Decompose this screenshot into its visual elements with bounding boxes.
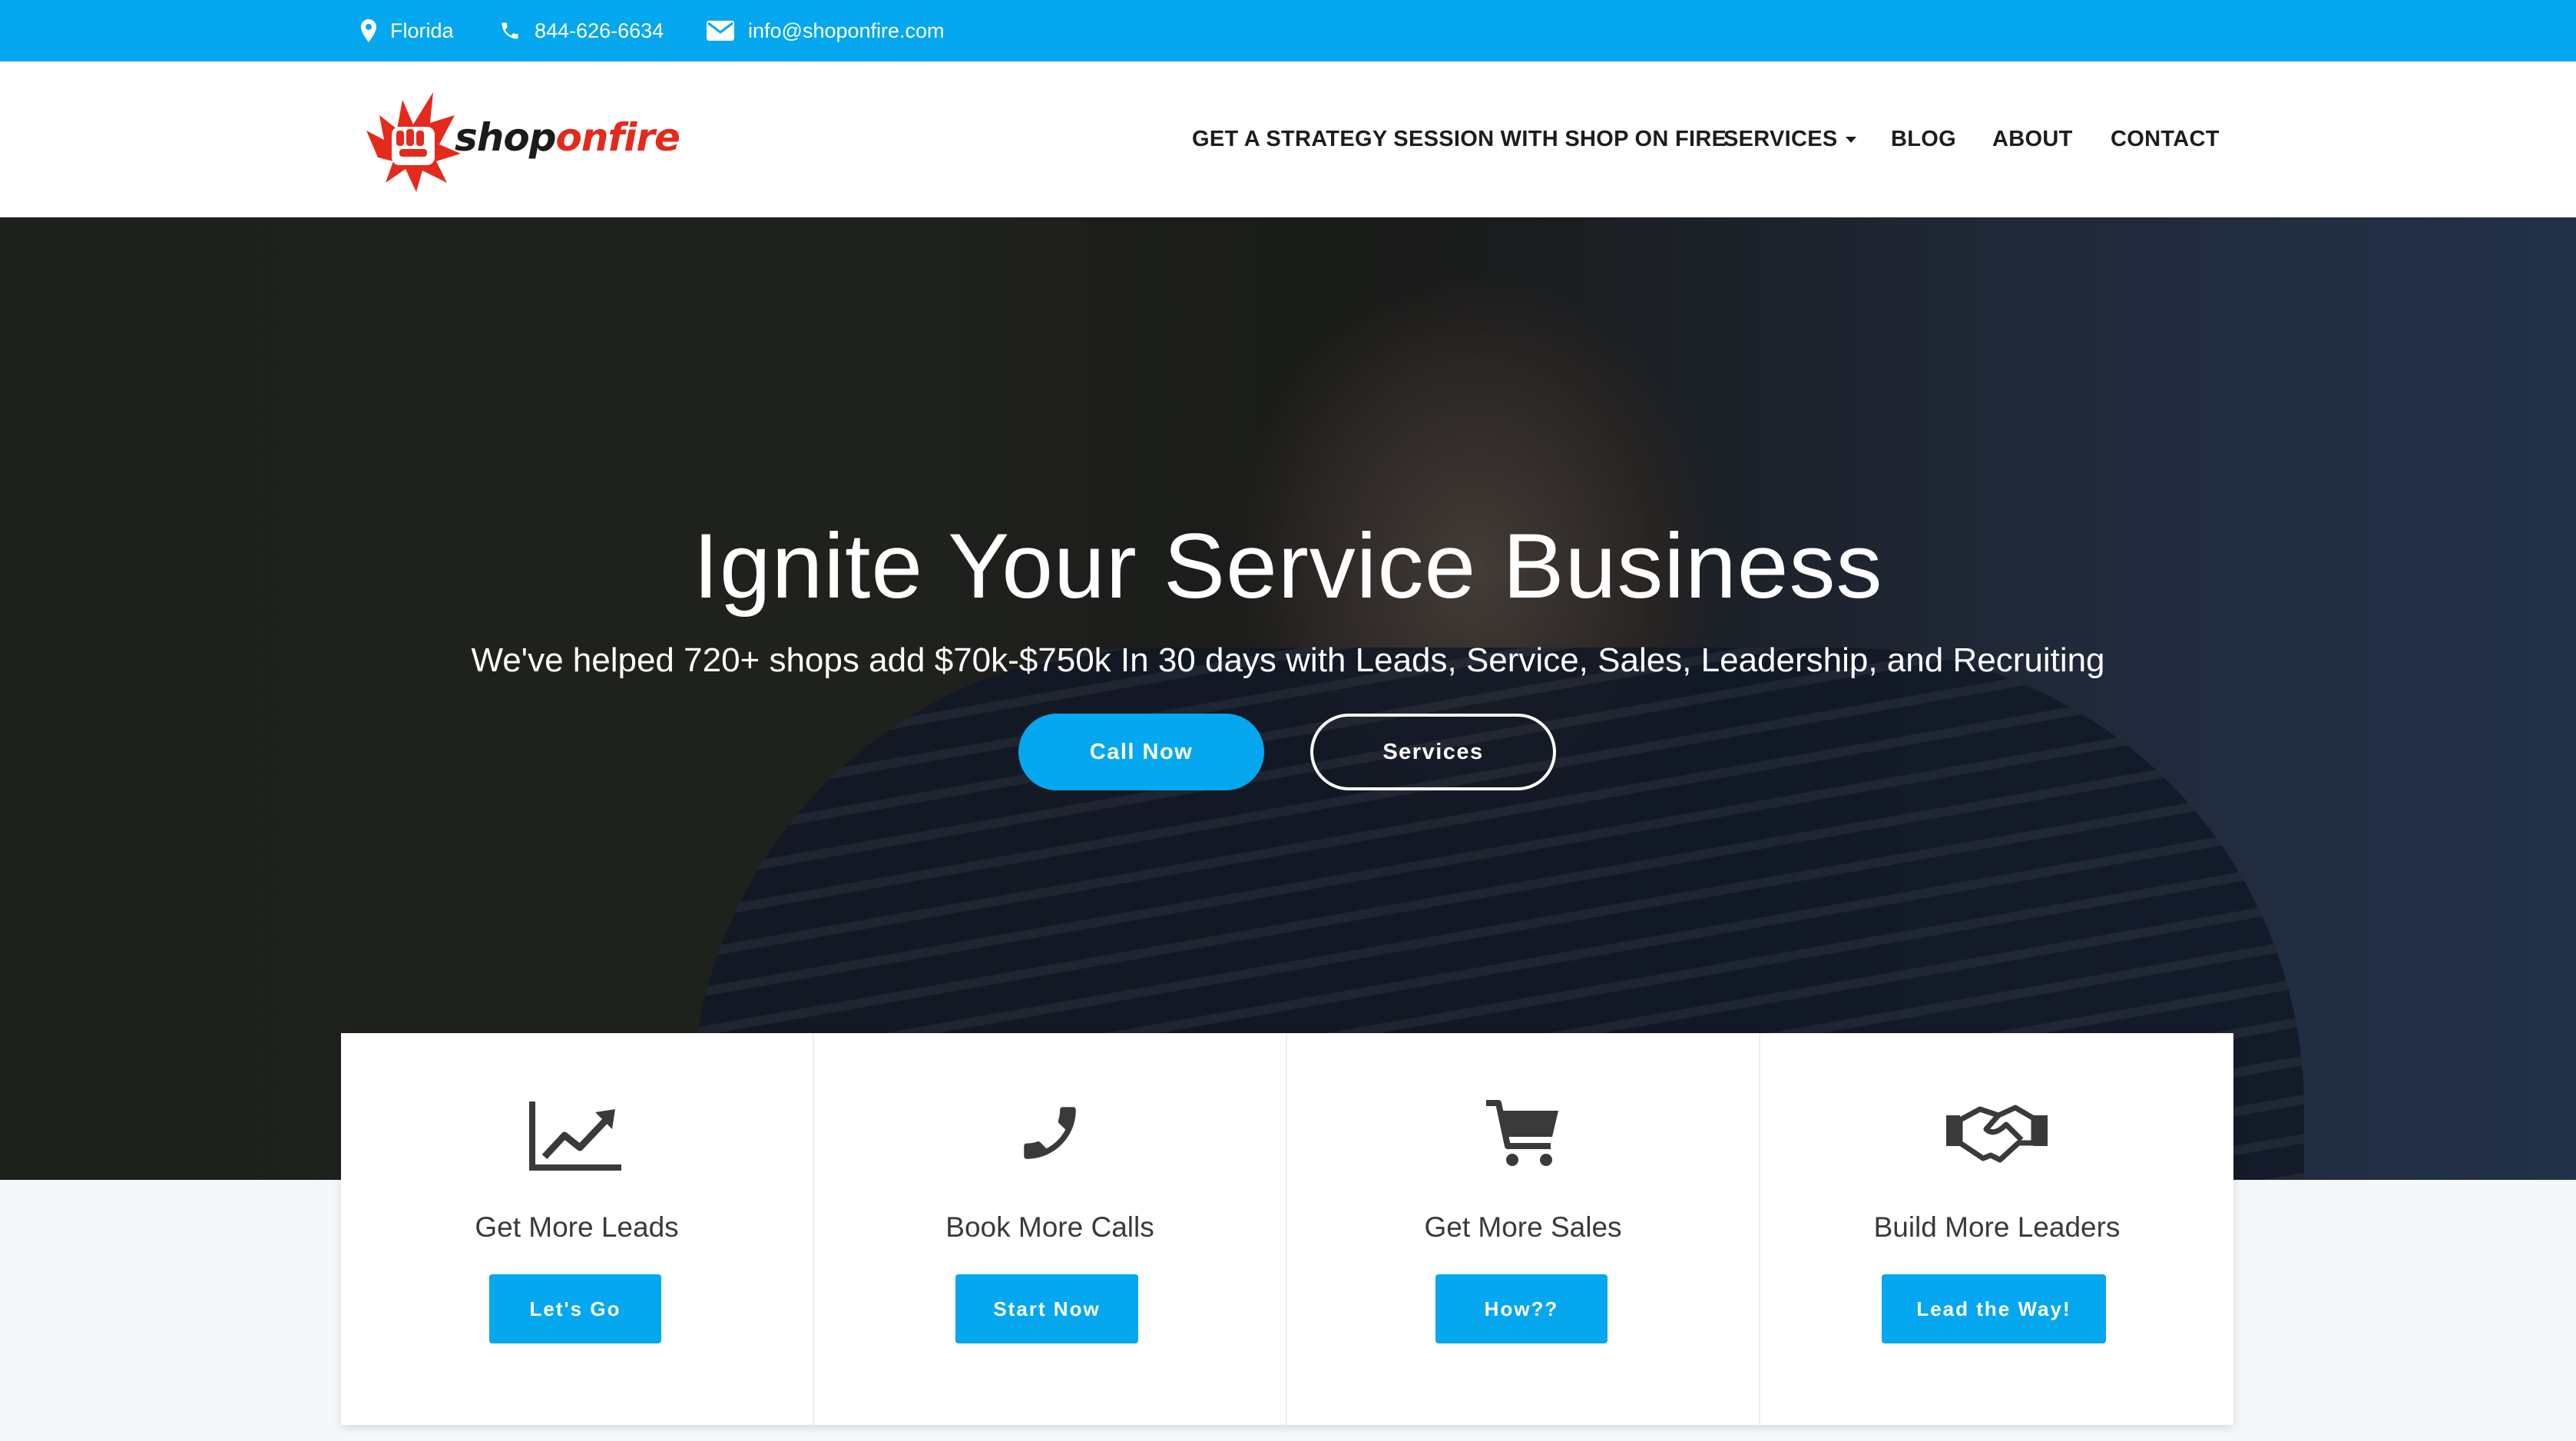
phone-icon (502, 22, 518, 39)
how-button[interactable]: How?? (1435, 1274, 1608, 1343)
lead-the-way-button[interactable]: Lead the Way! (1882, 1274, 2106, 1343)
email-info[interactable]: info@shoponfire.com (707, 0, 945, 61)
email-text[interactable]: info@shoponfire.com (748, 19, 945, 43)
location-info: Florida (361, 0, 454, 61)
nav-services[interactable]: SERVICES (1723, 61, 1856, 217)
logo-text-onfire: onfire (555, 115, 680, 160)
line-chart-icon (341, 1098, 813, 1183)
location-text: Florida (390, 18, 454, 42)
start-now-button[interactable]: Start Now (955, 1274, 1138, 1343)
card-get-more-leads: Get More Leads Let's Go (341, 1033, 814, 1425)
card-build-more-leaders: Build More Leaders Lead the Way! (1760, 1033, 2233, 1425)
card-title: Get More Sales (1424, 1211, 1622, 1243)
nav-contact[interactable]: CONTACT (2111, 61, 2220, 217)
services-button[interactable]: Services (1310, 714, 1556, 790)
call-now-button[interactable]: Call Now (1018, 714, 1264, 790)
site-header: shoponfire GET A STRATEGY SESSION WITH S… (0, 61, 2576, 217)
hero-title: Ignite Your Service Business (693, 515, 1883, 618)
phone-text[interactable]: 844-626-6634 (535, 19, 664, 43)
lets-go-button[interactable]: Let's Go (489, 1274, 661, 1343)
feature-cards: Get More Leads Let's Go Book More Calls … (341, 1033, 2233, 1425)
cart-icon (1287, 1098, 1759, 1183)
nav-blog[interactable]: BLOG (1891, 61, 1956, 217)
top-info-bar: Florida 844-626-6634 info@shoponfire.com (0, 0, 2576, 61)
envelope-icon (707, 21, 734, 41)
logo-text-shop: shop (455, 115, 556, 160)
handshake-icon (1760, 1098, 2233, 1183)
card-title: Book More Calls (945, 1211, 1154, 1243)
site-logo[interactable]: shoponfire (363, 84, 680, 196)
map-marker-icon (361, 19, 376, 42)
logo-wordmark: shoponfire (455, 115, 680, 160)
card-get-more-sales: Get More Sales How?? (1287, 1033, 1760, 1425)
card-title: Build More Leaders (1873, 1211, 2121, 1243)
hero-subtitle: We've helped 720+ shops add $70k-$750k I… (471, 641, 2105, 679)
phone-icon (814, 1098, 1286, 1183)
phone-info[interactable]: 844-626-6634 (499, 0, 664, 61)
nav-services-label: SERVICES (1723, 127, 1838, 151)
card-book-more-calls: Book More Calls Start Now (814, 1033, 1287, 1425)
fist-flame-logo-icon (366, 92, 461, 192)
caret-down-icon (1845, 136, 1856, 143)
card-title: Get More Leads (475, 1211, 679, 1243)
nav-about[interactable]: ABOUT (1992, 61, 2073, 217)
nav-strategy-session[interactable]: GET A STRATEGY SESSION WITH SHOP ON FIRE (1192, 61, 1727, 217)
